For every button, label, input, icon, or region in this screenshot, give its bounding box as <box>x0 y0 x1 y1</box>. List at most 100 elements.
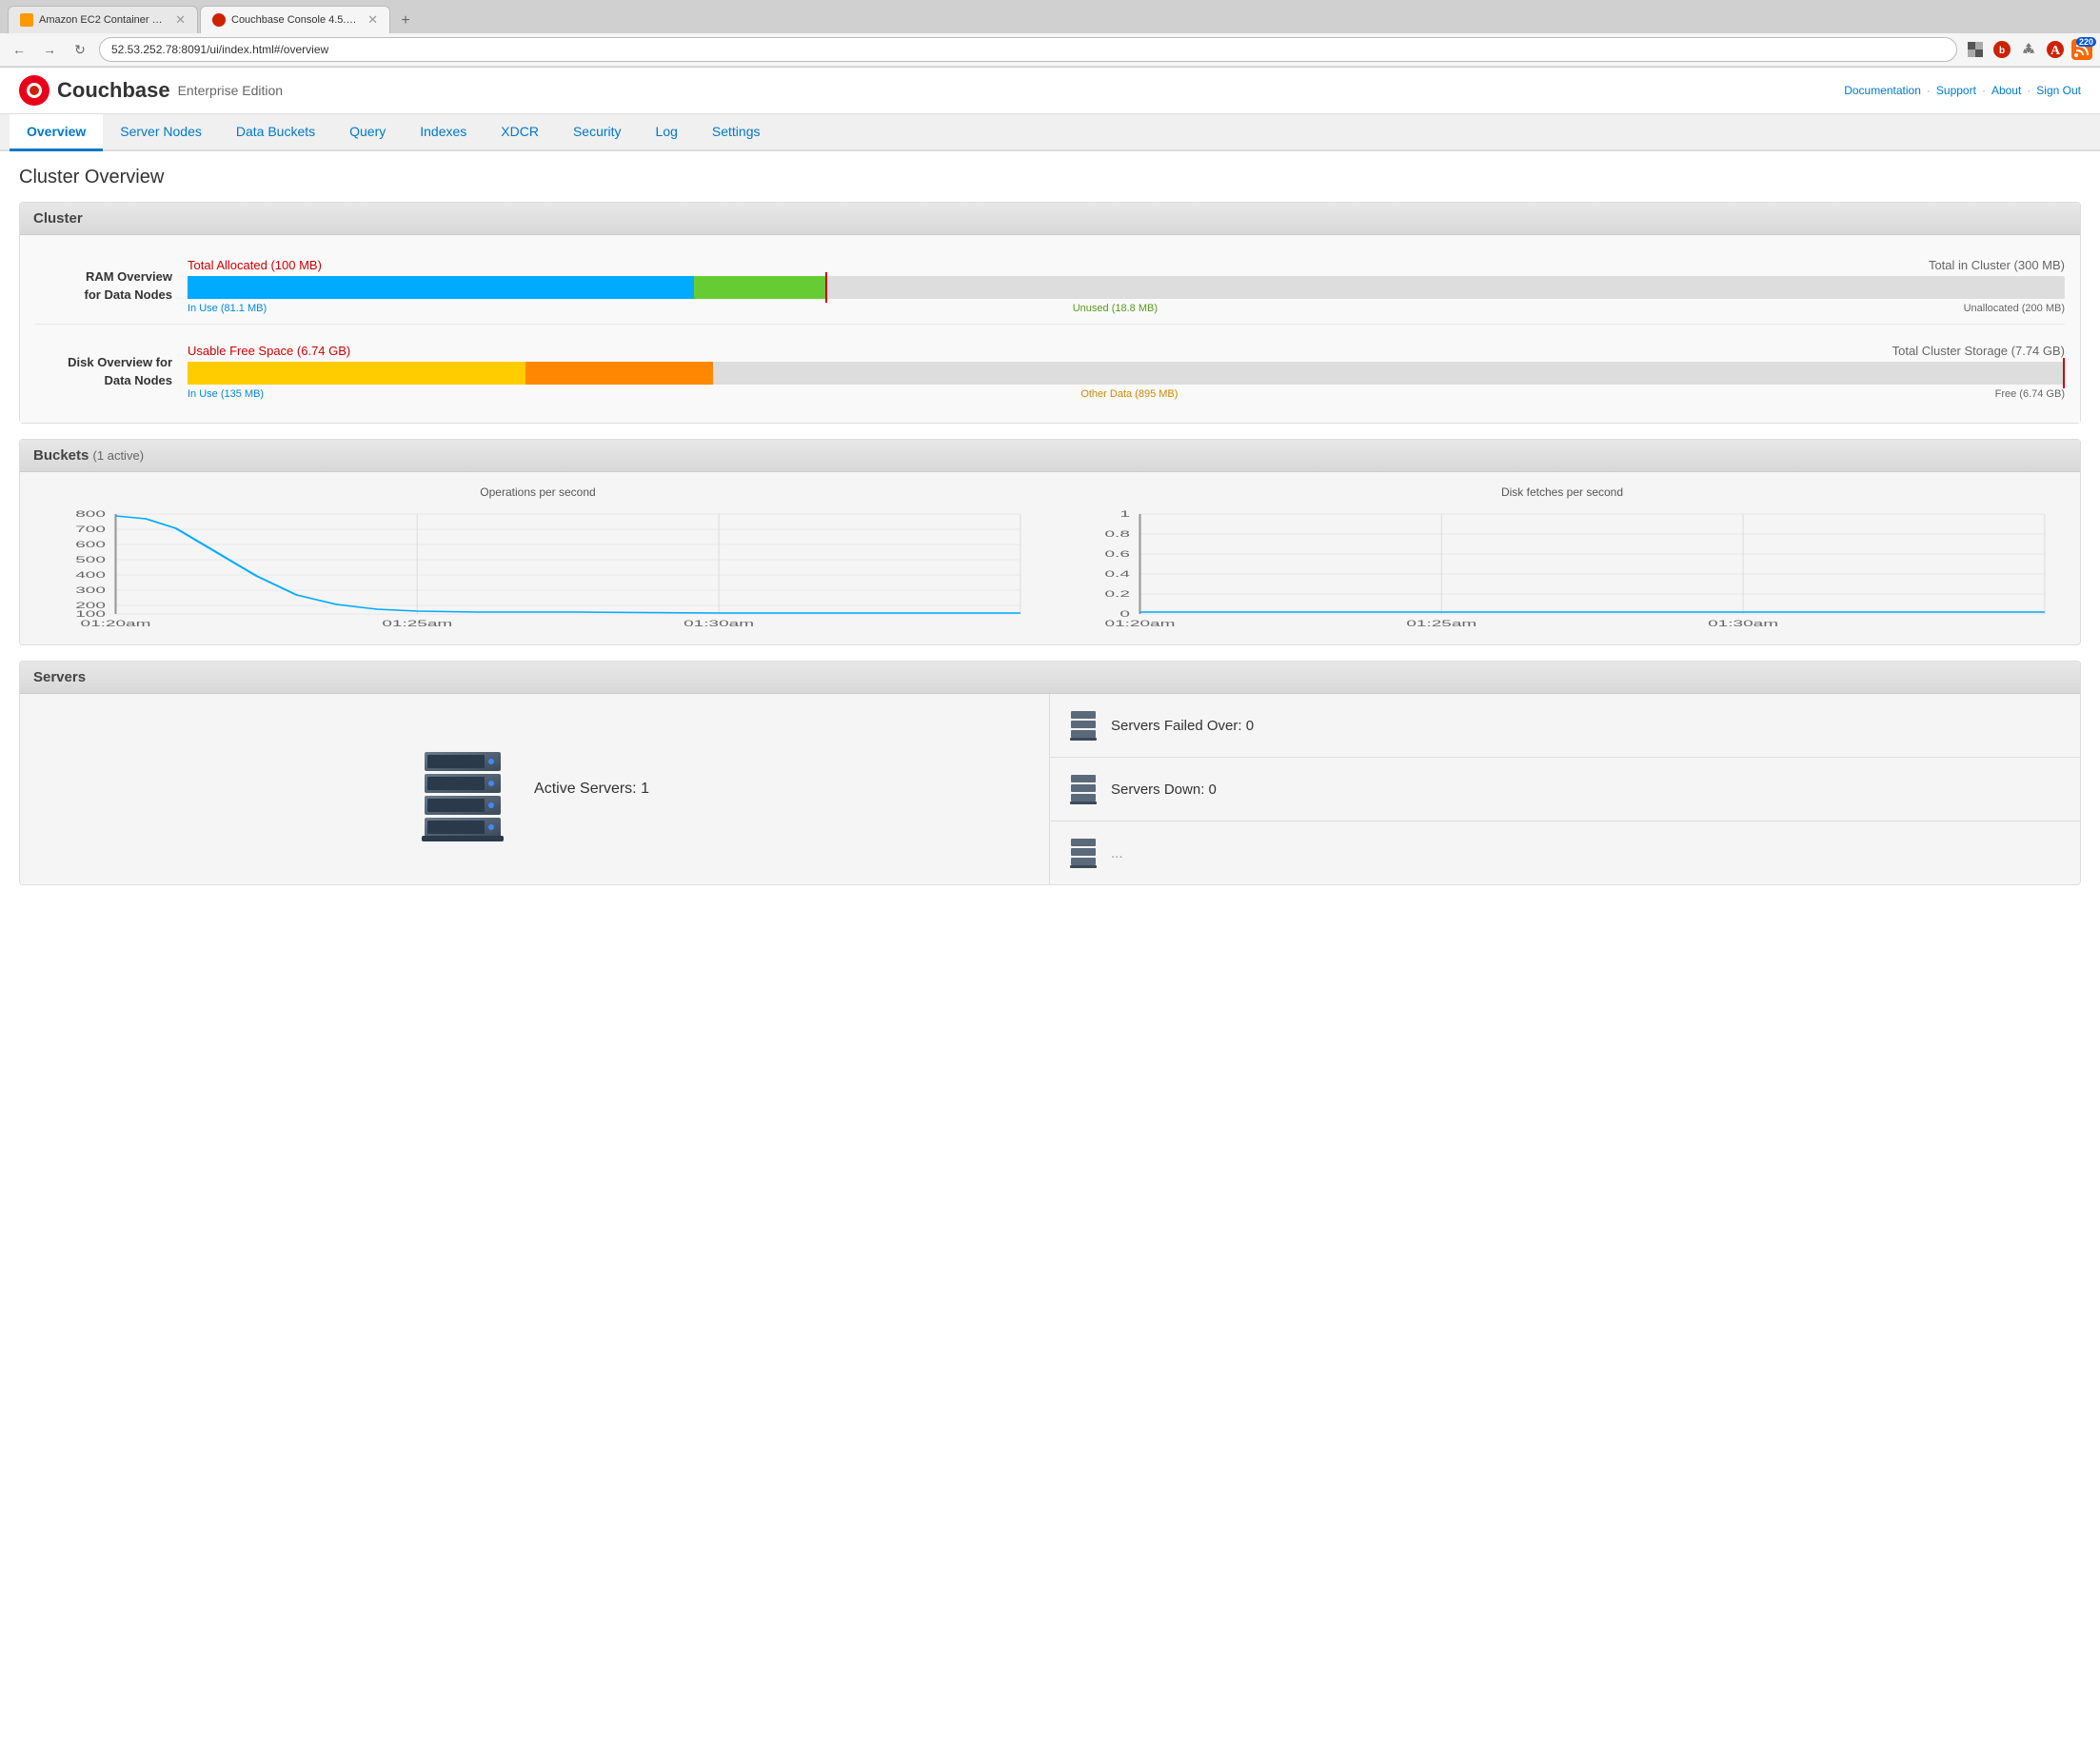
disk-top-labels: Usable Free Space (6.74 GB) Total Cluste… <box>188 344 2065 358</box>
ram-inuse-label: In Use (81.1 MB) <box>188 303 267 314</box>
nav-settings[interactable]: Settings <box>695 114 778 151</box>
address-bar-row: ← → ↻ 52.53.252.78:8091/ui/index.html#/o… <box>0 33 2100 67</box>
ram-bar-blue <box>188 276 694 299</box>
new-tab-button[interactable]: + <box>392 9 419 33</box>
servers-left: Active Servers: 1 <box>20 694 1050 884</box>
svg-text:0: 0 <box>1119 610 1130 620</box>
tab-close-1[interactable]: ✕ <box>175 12 186 28</box>
ram-bottom-labels: In Use (81.1 MB) Unused (18.8 MB) Unallo… <box>188 303 2065 314</box>
servers-section: Servers <box>19 661 2081 885</box>
nav-xdcr[interactable]: XDCR <box>484 114 556 151</box>
tab-title-2: Couchbase Console 4.5.0-... <box>231 14 358 26</box>
signout-link[interactable]: Sign Out <box>2036 84 2081 97</box>
browser-chrome: Amazon EC2 Container Se... ✕ Couchbase C… <box>0 0 2100 68</box>
svg-text:600: 600 <box>75 541 106 550</box>
disk-total-label: Total Cluster Storage (7.74 GB) <box>1892 344 2065 358</box>
readability-icon[interactable]: A <box>2045 39 2066 60</box>
svg-text:A: A <box>2050 44 2061 58</box>
svg-text:400: 400 <box>75 571 106 581</box>
nav-security[interactable]: Security <box>556 114 639 151</box>
disk-bottom-labels: In Use (135 MB) Other Data (895 MB) Free… <box>188 388 2065 400</box>
disk-fetches-chart: Disk fetches per second 1 0. <box>1060 485 2065 631</box>
server-pending-icon <box>1069 837 1098 869</box>
svg-text:b: b <box>1999 46 2005 56</box>
svg-text:0.6: 0.6 <box>1104 550 1129 560</box>
svg-text:0.2: 0.2 <box>1104 590 1129 600</box>
tab-title-1: Amazon EC2 Container Se... <box>39 14 166 26</box>
tab-favicon-2 <box>212 13 226 27</box>
tab-1[interactable]: Amazon EC2 Container Se... ✕ <box>8 6 198 33</box>
forward-button[interactable]: → <box>38 38 61 61</box>
app-name: Couchbase <box>57 78 170 103</box>
ram-overview-row: RAM Overview for Data Nodes Total Alloca… <box>35 248 2065 325</box>
disk-bar-area: Usable Free Space (6.74 GB) Total Cluste… <box>188 344 2065 400</box>
disk-bar <box>188 362 2065 385</box>
ram-label: RAM Overview for Data Nodes <box>35 268 188 303</box>
cluster-section-header: Cluster <box>20 203 2080 235</box>
disk-freespace-label: Usable Free Space (6.74 GB) <box>188 344 350 358</box>
disk-fetches-title: Disk fetches per second <box>1060 485 2065 499</box>
header-links: Documentation · Support · About · Sign O… <box>1844 84 2081 97</box>
tab-bar: Amazon EC2 Container Se... ✕ Couchbase C… <box>0 0 2100 33</box>
about-link[interactable]: About <box>1991 84 2021 97</box>
disk-label-2: Data Nodes <box>104 373 172 387</box>
disk-bar-orange <box>525 362 713 385</box>
servers-failed-stat: Servers Failed Over: 0 <box>1050 694 2080 758</box>
ops-chart-title: Operations per second <box>35 485 1040 499</box>
rss-icon[interactable]: 220 <box>2071 39 2092 60</box>
nav-data-buckets[interactable]: Data Buckets <box>219 114 332 151</box>
disk-label: Disk Overview for Data Nodes <box>35 354 188 388</box>
svg-text:01:30am: 01:30am <box>683 620 754 628</box>
svg-text:01:20am: 01:20am <box>1105 620 1176 628</box>
nav-log[interactable]: Log <box>639 114 695 151</box>
main-content: Cluster Overview Cluster RAM Overview fo… <box>0 151 2100 916</box>
sep3: · <box>2027 84 2031 97</box>
buckets-section: Buckets (1 active) Operations per second <box>19 439 2081 645</box>
svg-text:300: 300 <box>75 586 106 596</box>
ram-total-label: Total in Cluster (300 MB) <box>1929 258 2065 272</box>
recycle-icon[interactable] <box>2018 39 2039 60</box>
ram-top-labels: Total Allocated (100 MB) Total in Cluste… <box>188 258 2065 272</box>
svg-text:01:20am: 01:20am <box>81 620 151 628</box>
app-header: Couchbase Enterprise Edition Documentati… <box>0 68 2100 114</box>
bookmark-icon[interactable] <box>1965 39 1986 60</box>
buckets-title: Buckets <box>33 447 89 464</box>
tab-2[interactable]: Couchbase Console 4.5.0-... ✕ <box>200 6 390 33</box>
server-stack-icon <box>420 737 505 841</box>
ops-chart-svg: 800 700 600 500 400 300 200 100 01:20am … <box>35 505 1040 628</box>
nav-indexes[interactable]: Indexes <box>403 114 484 151</box>
buckets-section-header: Buckets (1 active) <box>20 440 2080 472</box>
servers-down-label: Servers Down: 0 <box>1111 782 1217 798</box>
ram-label-1: RAM Overview <box>86 269 172 284</box>
address-bar[interactable]: 52.53.252.78:8091/ui/index.html#/overvie… <box>99 37 1957 62</box>
tab-favicon-1 <box>20 13 33 27</box>
disk-marker-right <box>2063 358 2065 388</box>
ram-bar-area: Total Allocated (100 MB) Total in Cluste… <box>188 258 2065 314</box>
nav-query[interactable]: Query <box>332 114 403 151</box>
docs-link[interactable]: Documentation <box>1844 84 1921 97</box>
nav-server-nodes[interactable]: Server Nodes <box>103 114 219 151</box>
disk-overview-row: Disk Overview for Data Nodes Usable Free… <box>35 334 2065 409</box>
ops-chart: Operations per second <box>35 485 1040 631</box>
lastpass-icon[interactable]: b <box>1991 39 2012 60</box>
svg-text:01:30am: 01:30am <box>1708 620 1778 628</box>
svg-text:0.4: 0.4 <box>1104 570 1129 580</box>
servers-pending-stat: ... <box>1050 821 2080 884</box>
ram-label-2: for Data Nodes <box>85 287 172 302</box>
svg-text:01:25am: 01:25am <box>382 620 452 628</box>
servers-right: Servers Failed Over: 0 Servers Down: 0 <box>1050 694 2080 884</box>
ram-allocated-label: Total Allocated (100 MB) <box>188 258 322 272</box>
svg-text:0.8: 0.8 <box>1104 530 1129 540</box>
servers-pending-label: ... <box>1111 845 1123 861</box>
ram-unalloc-label: Unallocated (200 MB) <box>1964 303 2065 314</box>
tab-close-2[interactable]: ✕ <box>367 12 378 28</box>
active-servers-label: Active Servers: 1 <box>534 781 649 798</box>
back-button[interactable]: ← <box>8 38 30 61</box>
servers-failed-label: Servers Failed Over: 0 <box>1111 718 1254 734</box>
svg-text:1: 1 <box>1119 510 1130 520</box>
refresh-button[interactable]: ↻ <box>69 38 91 61</box>
charts-row: Operations per second <box>20 472 2080 644</box>
support-link[interactable]: Support <box>1936 84 1976 97</box>
nav-overview[interactable]: Overview <box>10 114 103 151</box>
address-text: 52.53.252.78:8091/ui/index.html#/overvie… <box>111 43 328 56</box>
